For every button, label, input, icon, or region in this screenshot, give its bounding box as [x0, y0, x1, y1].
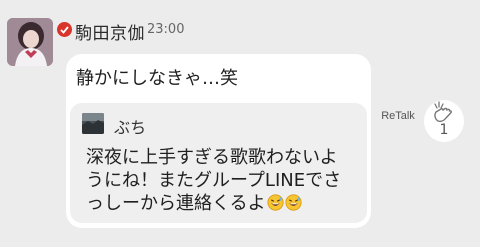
talk-post: 駒田京伽 23:00 静かにしなきゃ…笑 ぶち 深夜に上手すぎる歌歌わないように…	[0, 0, 480, 247]
sender-avatar[interactable]	[7, 18, 53, 66]
grinning-sweat-emoji-icon	[285, 194, 302, 211]
verified-icon	[57, 22, 72, 37]
sender-name[interactable]: 駒田京伽	[75, 19, 145, 44]
grinning-sweat-emoji-icon	[267, 194, 284, 211]
message-text: 静かにしなきゃ…笑	[76, 68, 238, 89]
retalk-button[interactable]: ReTalk	[375, 96, 421, 136]
clap-count: 1	[439, 122, 449, 138]
clap-icon	[434, 101, 452, 123]
quoted-text: 深夜に上手すぎる歌歌わないようにね！またグループLINEでさっしーから連絡くるよ	[86, 146, 351, 215]
quoted-text-body: 深夜に上手すぎる歌歌わないようにね！またグループLINEでさっしーから連絡くるよ	[86, 147, 342, 214]
quoted-user-avatar	[82, 113, 104, 134]
quoted-user-name[interactable]: ぶち	[114, 114, 146, 138]
post-timestamp: 23:00	[147, 22, 185, 37]
